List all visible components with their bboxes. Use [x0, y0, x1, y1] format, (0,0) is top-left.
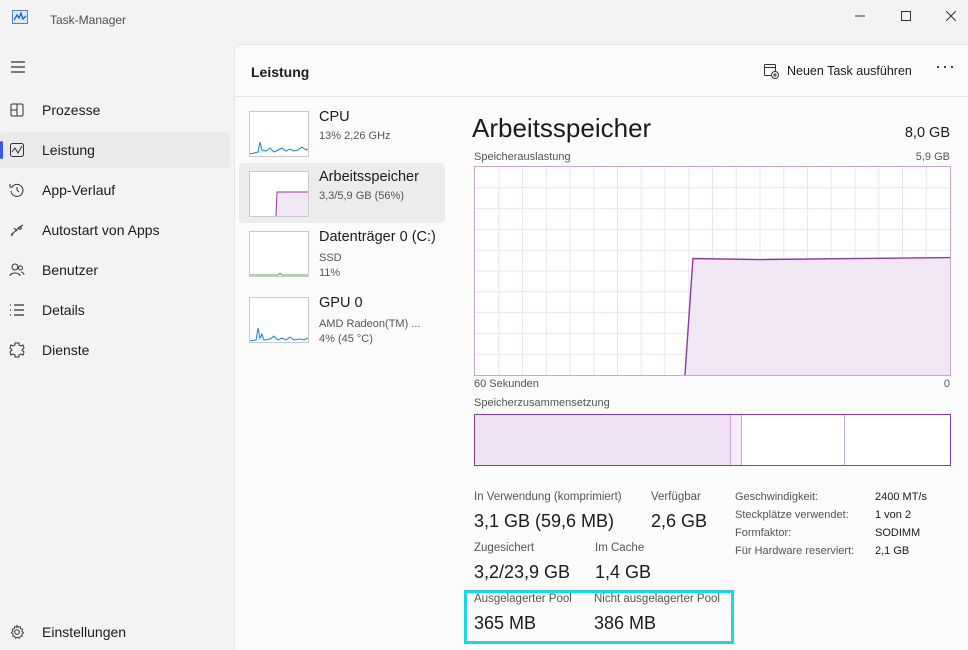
gear-icon — [10, 624, 25, 639]
sidebar-item-users[interactable]: Benutzer — [0, 252, 230, 288]
in-use-value: 3,1 GB (59,6 MB) — [474, 511, 615, 531]
sidebar-item-label: Leistung — [42, 142, 95, 158]
users-icon — [9, 263, 25, 277]
run-new-task-label: Neuen Task ausführen — [787, 64, 912, 78]
spec-value: 1 von 2 — [875, 509, 912, 521]
sidebar-item-label: Details — [42, 302, 85, 318]
memory-usage-graph — [474, 166, 951, 376]
more-options-button[interactable]: ··· — [935, 57, 959, 81]
spec-label: Für Hardware reserviert: — [735, 545, 855, 557]
memory-thumbnail-graph — [249, 171, 309, 217]
sidebar-item-label: Benutzer — [42, 262, 99, 278]
usage-graph-max: 5,9 GB — [915, 151, 950, 163]
sidebar-item-processes[interactable]: Prozesse — [0, 92, 230, 128]
composition-in-use[interactable] — [475, 415, 731, 465]
device-memory[interactable]: Arbeitsspeicher 3,3/5,9 GB (56%) — [239, 163, 445, 223]
detail-title: Arbeitsspeicher — [472, 113, 652, 143]
sidebar-item-label: Prozesse — [42, 102, 101, 118]
close-button[interactable] — [928, 0, 968, 32]
services-icon — [9, 342, 25, 358]
device-title: GPU 0 — [319, 295, 363, 311]
disk-thumbnail-graph — [249, 231, 309, 277]
available-value: 2,6 GB — [651, 511, 708, 531]
detail-total: 8,0 GB — [904, 125, 950, 141]
graph-time-right: 0 — [943, 378, 950, 390]
in-use-label: In Verwendung (komprimiert) — [474, 491, 622, 503]
device-subtitle: 3,3/5,9 GB (56%) — [319, 190, 404, 202]
processes-icon — [10, 103, 24, 117]
device-usage: 4% (45 °C) — [319, 333, 373, 345]
device-title: Arbeitsspeicher — [319, 169, 419, 185]
pool-highlight-box — [464, 590, 734, 644]
sidebar-item-performance[interactable]: Leistung — [0, 132, 230, 168]
sidebar-item-app-history[interactable]: App-Verlauf — [0, 172, 230, 208]
sidebar-item-startup-apps[interactable]: Autostart von Apps — [0, 212, 230, 248]
committed-value: 3,2/23,9 GB — [474, 562, 571, 582]
spec-label: Formfaktor: — [735, 527, 792, 539]
details-icon — [10, 304, 24, 316]
app-history-icon — [9, 183, 24, 197]
settings-label: Einstellungen — [42, 624, 127, 640]
memory-usage-area — [684, 257, 950, 375]
graph-time-left: 60 Sekunden — [474, 378, 539, 390]
spec-value: 2,1 GB — [875, 545, 910, 557]
composition-standby[interactable] — [741, 415, 845, 465]
run-new-task-button[interactable]: Neuen Task ausführen — [763, 59, 912, 83]
sidebar-item-details[interactable]: Details — [0, 292, 230, 328]
minimize-button[interactable] — [837, 0, 883, 32]
device-disk[interactable]: Datenträger 0 (C:) SSD 11% — [239, 223, 445, 283]
device-title: Datenträger 0 (C:) — [319, 229, 436, 245]
spec-label: Steckplätze verwendet: — [735, 509, 849, 521]
window-title: Task-Manager — [50, 13, 127, 27]
sidebar: Prozesse Leistung App-Verlauf Autostart … — [0, 40, 234, 650]
sidebar-item-label: App-Verlauf — [42, 182, 116, 198]
page-header: Leistung Neuen Task ausführen ··· — [235, 45, 968, 97]
title-bar: Task-Manager — [0, 0, 968, 40]
performance-icon — [10, 143, 24, 157]
available-label: Verfügbar — [651, 491, 701, 503]
hamburger-menu-icon[interactable] — [10, 60, 26, 74]
cached-value: 1,4 GB — [595, 562, 652, 582]
page-title: Leistung — [251, 64, 310, 80]
run-new-task-icon — [764, 64, 779, 79]
usage-graph-label: Speicherauslastung — [474, 151, 571, 163]
memory-composition-bar — [474, 414, 951, 466]
device-gpu[interactable]: GPU 0 AMD Radeon(TM) ... 4% (45 °C) — [239, 289, 445, 349]
composition-label: Speicherzusammensetzung — [474, 397, 610, 409]
device-subtitle: AMD Radeon(TM) ... — [319, 318, 421, 330]
sidebar-item-label: Autostart von Apps — [42, 222, 160, 238]
sidebar-item-label: Dienste — [42, 342, 90, 358]
minimize-icon — [855, 15, 865, 17]
startup-icon — [10, 224, 24, 237]
sidebar-item-services[interactable]: Dienste — [0, 332, 230, 368]
cached-label: Im Cache — [595, 542, 645, 554]
gpu-thumbnail-graph — [249, 297, 309, 343]
spec-value: 2400 MT/s — [875, 491, 927, 503]
device-title: CPU — [319, 109, 350, 125]
task-manager-app-icon — [12, 10, 28, 24]
device-subtitle: SSD — [319, 252, 342, 264]
committed-label: Zugesichert — [474, 542, 535, 554]
device-subtitle: 13% 2,26 GHz — [319, 130, 391, 142]
composition-modified[interactable] — [730, 415, 741, 465]
device-usage: 11% — [319, 267, 341, 279]
spec-label: Geschwindigkeit: — [735, 491, 819, 503]
sidebar-item-settings[interactable]: Einstellungen — [0, 614, 230, 650]
cpu-thumbnail-graph — [249, 111, 309, 157]
spec-value: SODIMM — [875, 527, 921, 539]
maximize-icon — [901, 11, 911, 21]
maximize-button[interactable] — [883, 0, 929, 32]
device-cpu[interactable]: CPU 13% 2,26 GHz — [239, 103, 445, 163]
close-icon — [946, 11, 956, 21]
main-panel: Leistung Neuen Task ausführen ··· CPU 13… — [234, 44, 968, 650]
composition-free[interactable] — [844, 415, 950, 465]
